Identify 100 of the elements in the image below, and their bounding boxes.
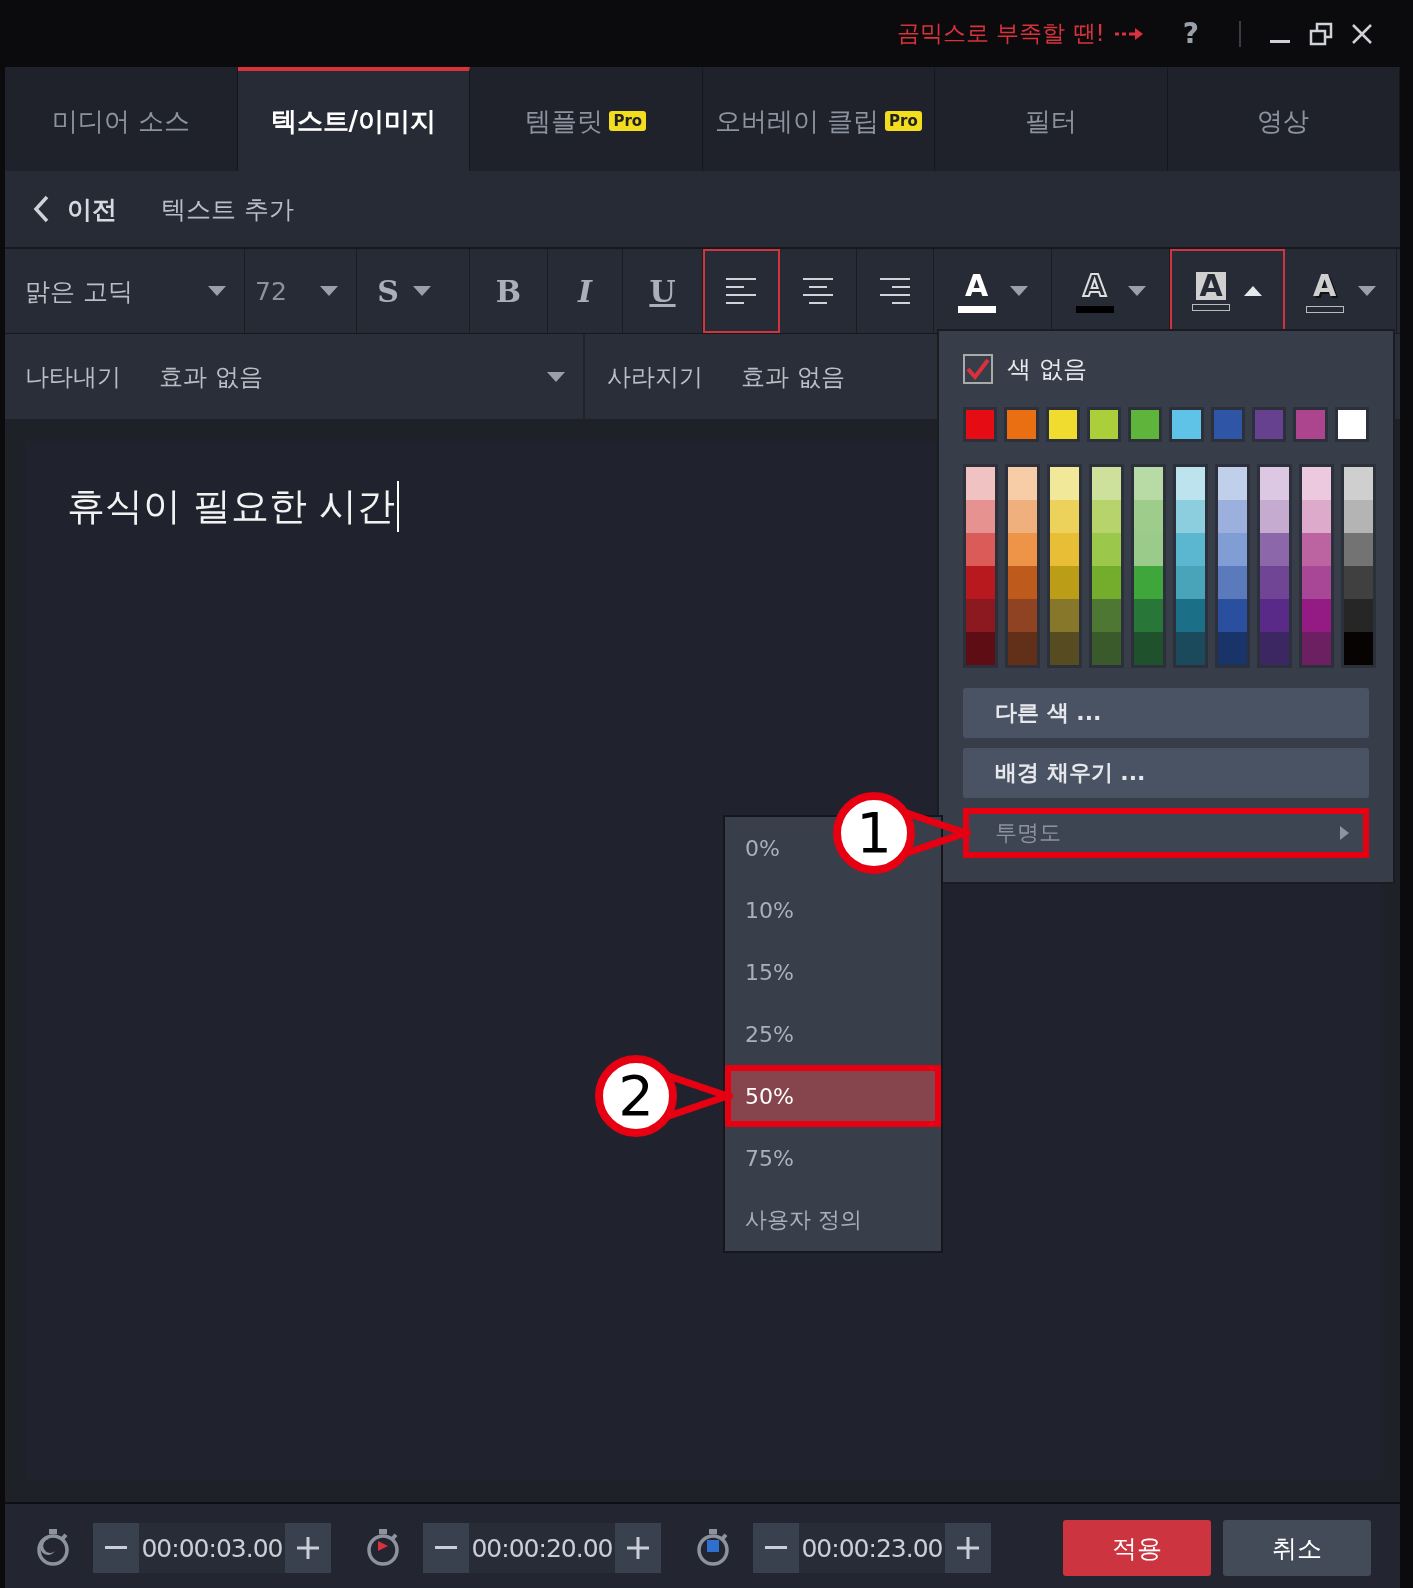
color-swatch[interactable] [1134, 566, 1163, 599]
color-swatch[interactable] [1008, 533, 1037, 566]
color-swatch[interactable] [1008, 500, 1037, 533]
cancel-button[interactable]: 취소 [1223, 1520, 1371, 1576]
apply-button[interactable]: 적용 [1063, 1520, 1211, 1576]
caret-icon[interactable] [208, 286, 226, 296]
color-swatch[interactable] [1302, 500, 1331, 533]
color-swatch[interactable] [1260, 500, 1289, 533]
menu-item[interactable]: 10% [725, 879, 806, 941]
align-button[interactable] [703, 249, 780, 333]
tab[interactable]: 미디어 소스 [5, 67, 238, 171]
italic-button[interactable]: I [577, 273, 592, 309]
menu-item[interactable]: 75% [725, 1127, 806, 1189]
color-swatch[interactable] [1092, 632, 1121, 665]
time-field[interactable]: 00:00:03.00 [139, 1523, 285, 1573]
color-swatch[interactable] [1176, 467, 1205, 500]
color-swatch[interactable] [1008, 632, 1037, 665]
underline-button[interactable]: U [649, 273, 676, 309]
caret-icon[interactable] [320, 286, 338, 296]
tab[interactable]: 영상 [1167, 67, 1400, 171]
menu-item[interactable]: 15% [725, 941, 806, 1003]
color-swatch[interactable] [1344, 533, 1373, 566]
color-swatch[interactable] [966, 599, 995, 632]
restore-icon[interactable] [1309, 21, 1333, 46]
color-swatch[interactable] [1134, 500, 1163, 533]
caret-icon[interactable] [412, 286, 431, 296]
tab[interactable]: 필터 [935, 67, 1168, 171]
color-swatch[interactable] [1302, 467, 1331, 500]
menu-item[interactable]: 25% [725, 1003, 806, 1065]
color-swatch[interactable] [1218, 632, 1247, 665]
color-swatch[interactable] [1045, 407, 1080, 442]
effect-dropdown[interactable]: 효과 없음 [159, 360, 509, 393]
color-swatch[interactable] [1302, 566, 1331, 599]
color-swatch[interactable] [1092, 566, 1121, 599]
color-swatch[interactable] [1134, 599, 1163, 632]
color-swatch[interactable] [1008, 566, 1037, 599]
time-field[interactable]: 00:00:20.00 [469, 1523, 615, 1573]
color-swatch[interactable] [1260, 566, 1289, 599]
color-swatch[interactable] [1176, 500, 1205, 533]
color-swatch[interactable] [1344, 632, 1373, 665]
color-swatch[interactable] [966, 500, 995, 533]
color-swatch[interactable] [966, 533, 995, 566]
text-color-button[interactable]: A [1170, 249, 1285, 333]
color-swatch[interactable] [1302, 533, 1331, 566]
tab[interactable]: 오버레이 클립 Pro [702, 67, 935, 171]
color-swatch[interactable] [966, 566, 995, 599]
color-swatch[interactable] [1134, 467, 1163, 500]
color-swatch[interactable] [1086, 407, 1122, 442]
close-icon[interactable] [1351, 22, 1373, 45]
color-swatch[interactable] [1008, 467, 1037, 500]
color-swatch[interactable] [1176, 533, 1205, 566]
color-swatch[interactable] [1344, 566, 1373, 599]
effect-dropdown[interactable]: 효과 없음 [741, 360, 845, 393]
color-swatch[interactable] [1008, 599, 1037, 632]
color-swatch[interactable] [1334, 407, 1369, 442]
color-swatch[interactable] [1344, 500, 1373, 533]
color-swatch[interactable] [1293, 407, 1328, 442]
color-swatch[interactable] [1218, 533, 1247, 566]
menu-item[interactable]: 배경 채우기 ... [963, 748, 1369, 798]
color-swatch[interactable] [1092, 599, 1121, 632]
back-button[interactable]: 이전 [33, 192, 117, 226]
color-swatch[interactable] [1134, 533, 1163, 566]
color-swatch[interactable] [1092, 500, 1121, 533]
menu-item[interactable]: 사용자 정의 [725, 1189, 874, 1251]
color-swatch[interactable] [1344, 467, 1373, 500]
color-swatch[interactable] [966, 467, 995, 500]
color-swatch[interactable] [1050, 467, 1079, 500]
color-swatch[interactable] [1252, 407, 1287, 442]
shadow-button[interactable]: S [377, 273, 399, 309]
color-swatch[interactable] [1218, 599, 1247, 632]
time-field[interactable]: 00:00:23.00 [799, 1523, 945, 1573]
color-swatch[interactable] [1260, 599, 1289, 632]
color-swatch[interactable] [1302, 632, 1331, 665]
size-dropdown[interactable]: 72 [245, 249, 357, 333]
color-swatch[interactable] [963, 407, 998, 442]
color-swatch[interactable] [1004, 407, 1039, 442]
color-swatch[interactable] [1260, 533, 1289, 566]
color-swatch[interactable] [1218, 566, 1247, 599]
help-button[interactable]: ? [1182, 17, 1199, 50]
color-swatch[interactable] [1218, 500, 1247, 533]
color-swatch[interactable] [1169, 407, 1204, 442]
color-swatch[interactable] [1050, 566, 1079, 599]
tab[interactable]: 템플릿 Pro [470, 67, 703, 171]
color-swatch[interactable] [1302, 599, 1331, 632]
color-swatch[interactable] [1176, 566, 1205, 599]
color-swatch[interactable] [1344, 599, 1373, 632]
promo-link[interactable]: 곰믹스로 부족할 땐! [896, 18, 1105, 49]
color-swatch[interactable] [1176, 599, 1205, 632]
color-swatch[interactable] [1134, 632, 1163, 665]
checkbox[interactable] [963, 354, 993, 384]
color-swatch[interactable] [1260, 467, 1289, 500]
color-swatch[interactable] [1050, 632, 1079, 665]
color-swatch[interactable] [1092, 467, 1121, 500]
color-swatch[interactable] [1260, 632, 1289, 665]
color-swatch[interactable] [966, 632, 995, 665]
color-swatch[interactable] [1128, 407, 1163, 442]
color-swatch[interactable] [1050, 533, 1079, 566]
color-swatch[interactable] [1210, 407, 1246, 442]
menu-item[interactable]: 다른 색 ... [963, 688, 1369, 738]
color-swatch[interactable] [1092, 533, 1121, 566]
